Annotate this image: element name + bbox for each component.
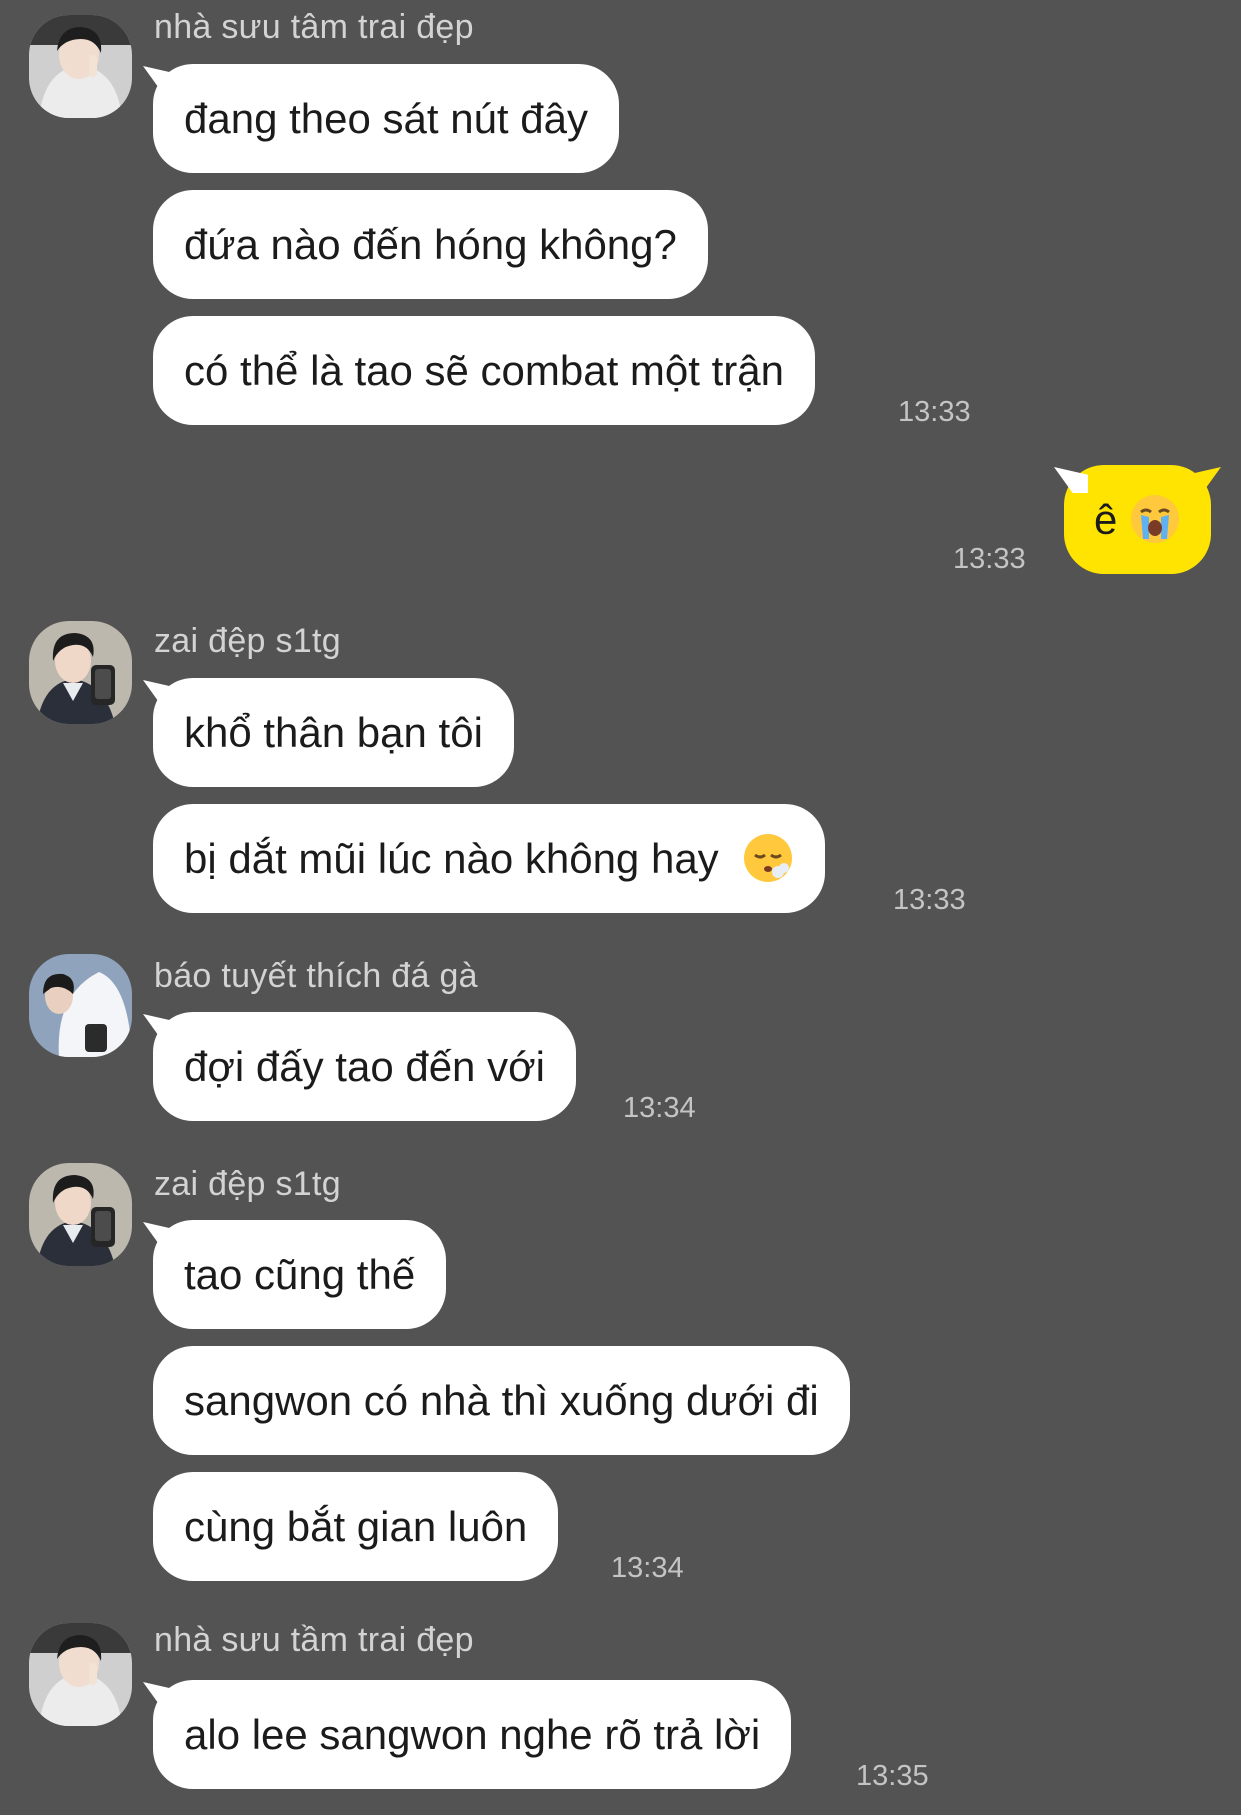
message-bubble[interactable]: khổ thân bạn tôi bbox=[153, 678, 514, 787]
message-bubble[interactable]: đứa nào đến hóng không? bbox=[153, 190, 708, 299]
my-message-text: ê bbox=[1093, 496, 1118, 543]
message-timestamp: 13:33 bbox=[893, 884, 966, 916]
avatar-mirror-selfie-icon bbox=[29, 1163, 132, 1266]
message-text: bị dắt mũi lúc nào không hay bbox=[184, 835, 719, 882]
avatar[interactable] bbox=[29, 621, 132, 724]
avatar[interactable] bbox=[29, 1623, 132, 1726]
message-timestamp: 13:33 bbox=[898, 396, 971, 428]
sender-name: nhà sưu tầm trai đẹp bbox=[154, 1621, 474, 1659]
avatar-hoodie-peace-sign-icon bbox=[29, 1623, 132, 1726]
message-bubble[interactable]: đang theo sát nút đây bbox=[153, 64, 619, 173]
message-bubble[interactable]: cùng bắt gian luôn bbox=[153, 1472, 559, 1581]
sender-name: báo tuyết thích đá gà bbox=[154, 957, 478, 995]
avatar[interactable] bbox=[29, 1163, 132, 1266]
message-bubble[interactable]: tao cũng thế bbox=[153, 1220, 447, 1329]
my-message-bubble[interactable]: ê bbox=[1063, 465, 1211, 574]
loudly-crying-face-emoji-icon bbox=[1129, 493, 1181, 545]
message-timestamp: 13:34 bbox=[623, 1092, 696, 1124]
message-bubble[interactable]: đợi đấy tao đến với bbox=[153, 1012, 576, 1121]
avatar-hoodie-peace-sign-icon bbox=[29, 15, 132, 118]
message-timestamp: 13:33 bbox=[953, 543, 1026, 575]
sender-name: nhà sưu tâm trai đẹp bbox=[154, 8, 474, 46]
message-timestamp: 13:35 bbox=[856, 1760, 929, 1792]
avatar[interactable] bbox=[29, 15, 132, 118]
message-bubble[interactable]: bị dắt mũi lúc nào không hay bbox=[153, 804, 826, 913]
face-exhaling-emoji-icon bbox=[742, 832, 794, 884]
avatar[interactable] bbox=[29, 954, 132, 1057]
message-bubble[interactable]: sangwon có nhà thì xuống dưới đi bbox=[153, 1346, 850, 1455]
message-bubble[interactable]: có thể là tao sẽ combat một trận bbox=[153, 316, 815, 425]
sender-name: zai đệp s1tg bbox=[154, 1165, 341, 1203]
avatar-mirror-selfie-icon bbox=[29, 621, 132, 724]
message-bubble[interactable]: alo lee sangwon nghe rõ trả lời bbox=[153, 1680, 792, 1789]
message-timestamp: 13:34 bbox=[611, 1552, 684, 1584]
sender-name: zai đệp s1tg bbox=[154, 622, 341, 660]
avatar-white-shirt-icon bbox=[29, 954, 132, 1057]
